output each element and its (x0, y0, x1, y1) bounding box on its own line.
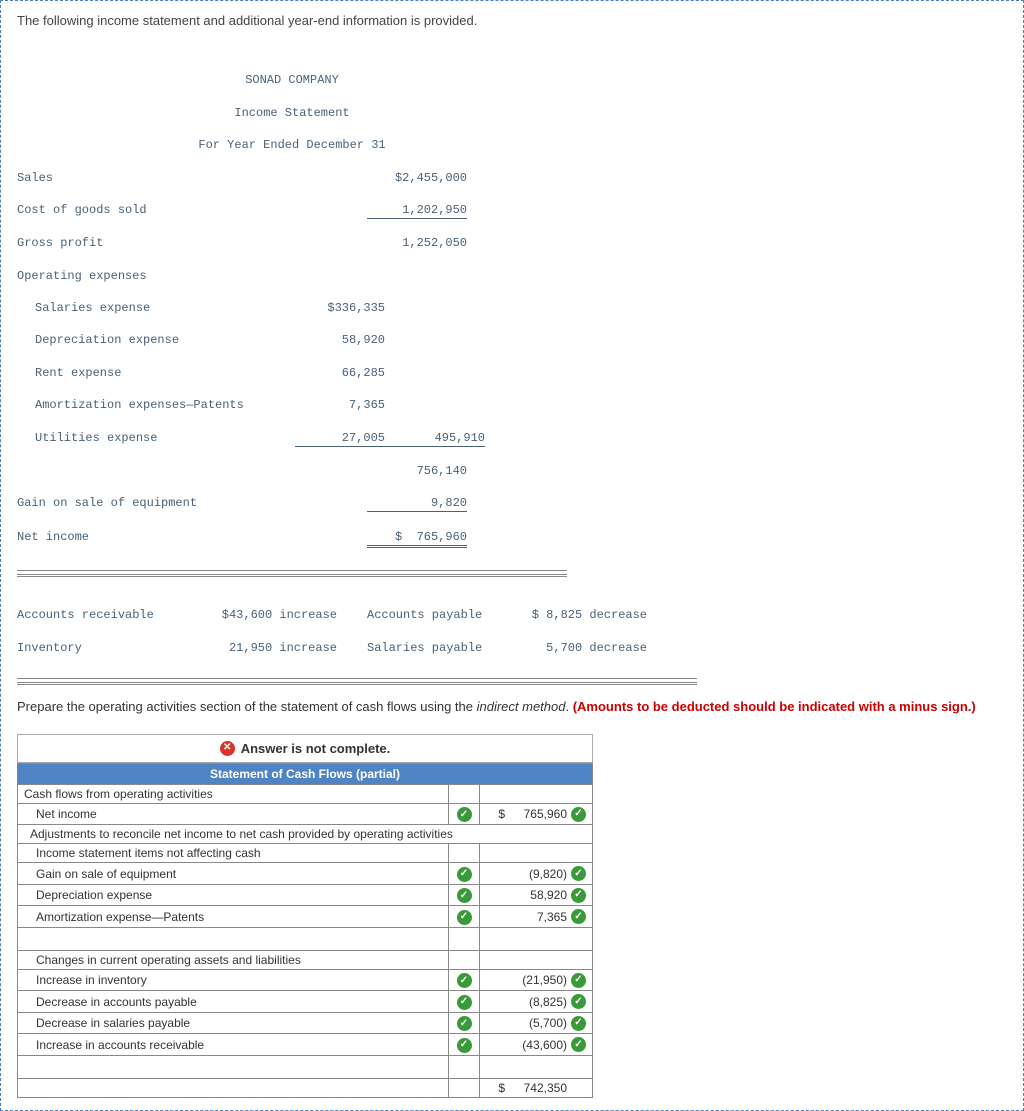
row-amount: 7,365 (295, 397, 385, 413)
amount-cell[interactable]: 7,365✓ (480, 906, 593, 928)
income-statement-block: SONAD COMPANY Income Statement For Year … (17, 40, 1007, 564)
total-amount: $742,350 (480, 1078, 593, 1097)
net-income-row[interactable]: Net income (18, 803, 449, 825)
row-label: Gain on sale of equipment (17, 495, 277, 511)
row-amount: $2,455,000 (367, 170, 467, 186)
row-label: Cash flows from operating activities (18, 784, 449, 803)
line-item-select[interactable]: Gain on sale of equipment (18, 863, 449, 885)
row-label: Cost of goods sold (17, 202, 277, 218)
line-item-select[interactable]: Amortization expense—Patents (18, 906, 449, 928)
check-icon: ✓ (457, 1038, 472, 1053)
empty-row[interactable] (18, 927, 449, 950)
cashflow-table: Statement of Cash Flows (partial) Cash f… (17, 763, 593, 1098)
row-amount: 66,285 (295, 365, 385, 381)
amount-cell[interactable]: (5,700)✓ (480, 1012, 593, 1034)
row-label: Depreciation expense (17, 332, 295, 348)
check-icon: ✓ (457, 910, 472, 925)
check-icon: ✓ (457, 995, 472, 1010)
empty-row[interactable] (18, 1055, 449, 1078)
check-icon: ✓ (457, 867, 472, 882)
company-name: SONAD COMPANY (245, 73, 339, 87)
info-amount: 5,700 decrease (507, 640, 647, 656)
check-icon: ✓ (457, 973, 472, 988)
row-label: Utilities expense (17, 430, 295, 446)
row-label: Operating expenses (17, 268, 277, 284)
row-amount: 495,910 (385, 430, 485, 447)
row-label: Rent expense (17, 365, 295, 381)
amount-cell[interactable]: (21,950)✓ (480, 969, 593, 991)
row-amount: 756,140 (367, 463, 467, 479)
divider (17, 678, 697, 685)
row-amount: 27,005 (295, 430, 385, 447)
info-label: Accounts payable (337, 607, 507, 623)
info-amount: $43,600 increase (187, 607, 337, 623)
check-icon: ✓ (571, 1037, 586, 1052)
row-label: Changes in current operating assets and … (18, 950, 449, 969)
row-label: Net income (17, 529, 277, 545)
info-amount: 21,950 increase (187, 640, 337, 656)
info-amount: $ 8,825 decrease (507, 607, 647, 623)
row-amount: 1,202,950 (367, 202, 467, 219)
row-label: Salaries expense (17, 300, 295, 316)
total-row[interactable] (18, 1078, 449, 1097)
check-icon: ✓ (457, 807, 472, 822)
statement-period: For Year Ended December 31 (198, 138, 385, 152)
error-icon: ✕ (220, 741, 235, 756)
info-label: Salaries payable (337, 640, 507, 656)
line-item-select[interactable]: Decrease in accounts payable (18, 991, 449, 1013)
row-amount: 1,252,050 (367, 235, 467, 251)
amount-cell[interactable]: $765,960✓ (480, 803, 593, 825)
amount-cell[interactable]: (43,600)✓ (480, 1034, 593, 1056)
row-amount: 58,920 (295, 332, 385, 348)
answer-status-banner: ✕ Answer is not complete. (17, 734, 593, 763)
line-item-select[interactable]: Increase in inventory (18, 969, 449, 991)
amount-cell[interactable]: (9,820)✓ (480, 863, 593, 885)
row-label: Amortization expenses—Patents (17, 397, 295, 413)
row-amount: 9,820 (367, 495, 467, 512)
row-amount: $ 765,960 (367, 529, 467, 548)
check-icon: ✓ (571, 888, 586, 903)
check-icon: ✓ (571, 994, 586, 1009)
row-label: Sales (17, 170, 277, 186)
line-item-select[interactable]: Increase in accounts receivable (18, 1034, 449, 1056)
check-icon: ✓ (571, 866, 586, 881)
check-icon: ✓ (571, 1016, 586, 1031)
intro-text: The following income statement and addit… (17, 13, 1007, 28)
row-amount: $336,335 (295, 300, 385, 316)
answer-container: ✕ Answer is not complete. Statement of C… (17, 734, 593, 1098)
divider (17, 570, 567, 577)
question-text: Prepare the operating activities section… (17, 699, 1007, 714)
check-icon: ✓ (571, 909, 586, 924)
check-icon: ✓ (457, 1016, 472, 1031)
line-item-select[interactable]: Depreciation expense (18, 884, 449, 906)
amount-cell[interactable]: (8,825)✓ (480, 991, 593, 1013)
amount-cell[interactable]: 58,920✓ (480, 884, 593, 906)
row-label: Income statement items not affecting cas… (18, 844, 449, 863)
check-icon: ✓ (571, 973, 586, 988)
banner-text: Answer is not complete. (241, 741, 391, 756)
line-item-select[interactable]: Decrease in salaries payable (18, 1012, 449, 1034)
info-label: Inventory (17, 640, 187, 656)
check-icon: ✓ (571, 807, 586, 822)
check-icon: ✓ (457, 888, 472, 903)
table-header: Statement of Cash Flows (partial) (18, 763, 593, 784)
additional-info-block: Accounts receivable$43,600 increaseAccou… (17, 591, 1007, 672)
row-label: Gross profit (17, 235, 277, 251)
statement-title: Income Statement (234, 106, 349, 120)
row-label: Adjustments to reconcile net income to n… (18, 825, 593, 844)
info-label: Accounts receivable (17, 607, 187, 623)
